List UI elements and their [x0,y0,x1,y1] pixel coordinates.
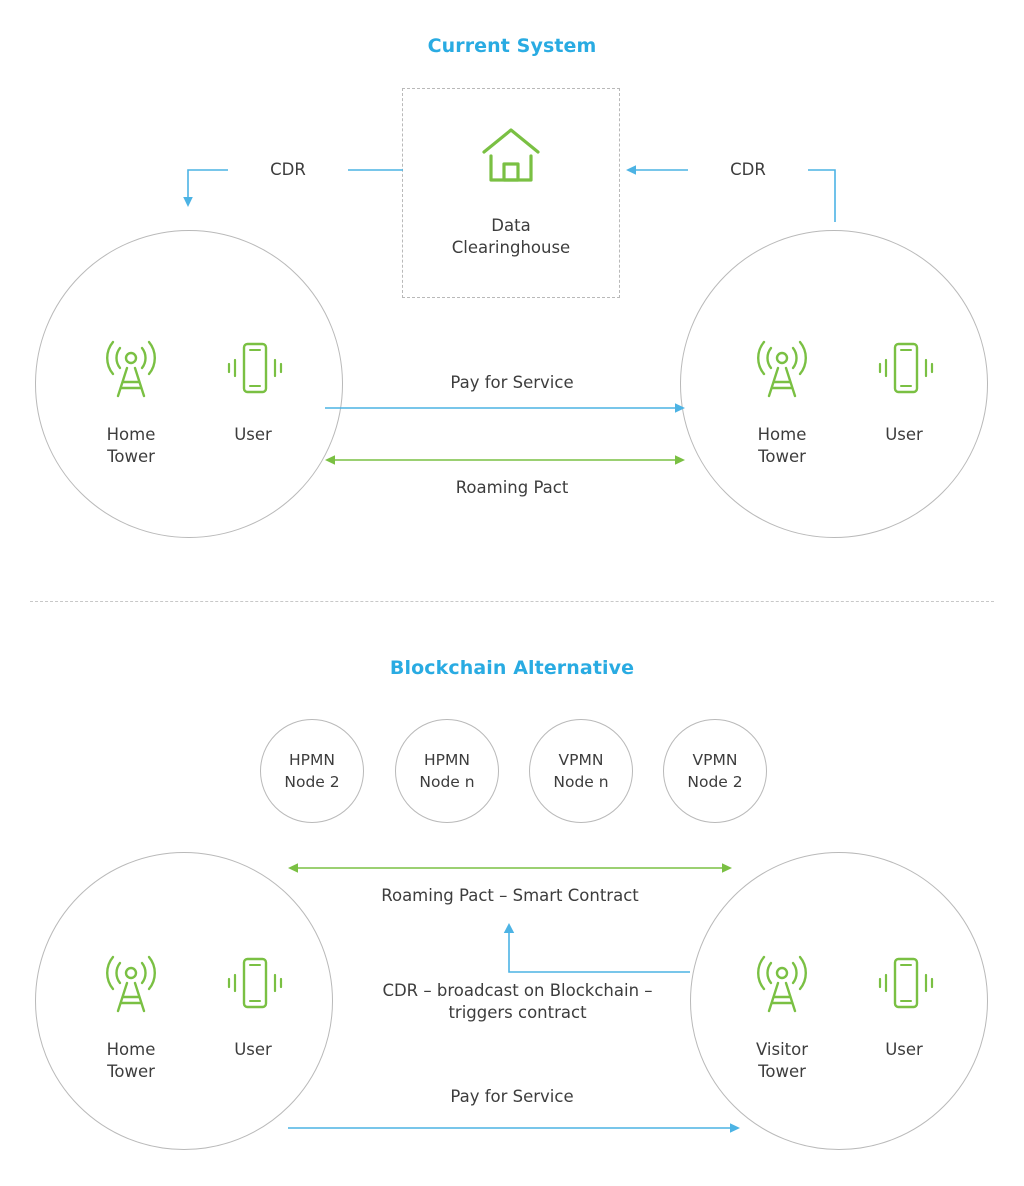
blockchain-left-tower-label-line1: Home [106,1040,156,1059]
node-label-3-line1: VPMN [558,751,604,769]
section-divider [30,601,994,602]
node-label-1: HPMN Node 2 [260,749,364,793]
current-left-tower-label-line1: Home [106,425,156,444]
blockchain-right-tower-label: Visitor Tower [722,1039,842,1083]
current-pay-for-service-label: Pay for Service [450,373,574,392]
blockchain-right-tower-icon [751,955,813,1013]
blockchain-right-tower-label-line2: Tower [758,1062,806,1081]
current-right-tower-label-line1: Home [757,425,807,444]
house-icon [480,126,542,186]
blockchain-right-phone-icon [873,955,935,1013]
current-right-phone-icon [873,340,935,398]
blockchain-right-phone-label: User [885,1040,923,1059]
node-label-3: VPMN Node n [529,749,633,793]
current-pay-for-service-arrow [325,400,685,416]
node-label-1-line2: Node 2 [284,773,340,791]
current-right-tower-icon [751,340,813,398]
current-left-tower-icon [100,340,162,398]
blockchain-pay-for-service-label: Pay for Service [450,1087,574,1106]
current-visited-network-circle [680,230,988,538]
current-roaming-pact-label: Roaming Pact [455,478,569,497]
current-right-tower-label-line2: Tower [758,447,806,466]
blockchain-visitor-network-circle [690,852,988,1150]
node-label-2: HPMN Node n [395,749,499,793]
node-label-3-line2: Node n [553,773,609,791]
node-label-4-line1: VPMN [692,751,738,769]
blockchain-left-tower-label-line2: Tower [107,1062,155,1081]
blockchain-left-phone-label: User [234,1040,272,1059]
node-label-4: VPMN Node 2 [663,749,767,793]
blockchain-roaming-pact-arrow [288,860,732,876]
current-roaming-pact-arrow [325,452,685,468]
blockchain-left-tower-label: Home Tower [71,1039,191,1083]
node-label-2-line2: Node n [419,773,475,791]
blockchain-right-tower-label-line1: Visitor [755,1040,809,1059]
cdr-left-label: CDR [228,159,348,181]
data-clearinghouse-box [402,88,620,298]
blockchain-cdr-label-line1: CDR – broadcast on Blockchain – [382,981,653,1000]
current-system-title: Current System [427,35,597,57]
cdr-right-label: CDR [688,159,808,181]
current-home-network-circle [35,230,343,538]
blockchain-pay-for-service-arrow [288,1120,740,1136]
current-left-tower-label-line2: Tower [107,447,155,466]
blockchain-home-network-circle [35,852,333,1150]
blockchain-cdr-arrow [500,915,690,980]
node-label-1-line1: HPMN [289,751,335,769]
data-clearinghouse-label: Data Clearinghouse [402,215,620,259]
node-label-2-line1: HPMN [424,751,470,769]
blockchain-left-phone-icon [222,955,284,1013]
current-left-phone-icon [222,340,284,398]
current-left-phone-label: User [234,425,272,444]
blockchain-cdr-label: CDR – broadcast on Blockchain – triggers… [345,980,690,1024]
node-label-4-line2: Node 2 [687,773,743,791]
blockchain-alternative-title: Blockchain Alternative [389,657,635,679]
current-left-tower-label: Home Tower [71,424,191,468]
blockchain-roaming-pact-label: Roaming Pact – Smart Contract [381,886,639,905]
blockchain-cdr-label-line2: triggers contract [448,1003,587,1022]
current-right-tower-label: Home Tower [722,424,842,468]
blockchain-left-tower-icon [100,955,162,1013]
data-clearinghouse-label-line1: Data [491,216,531,235]
current-right-phone-label: User [885,425,923,444]
data-clearinghouse-label-line2: Clearinghouse [451,238,571,257]
